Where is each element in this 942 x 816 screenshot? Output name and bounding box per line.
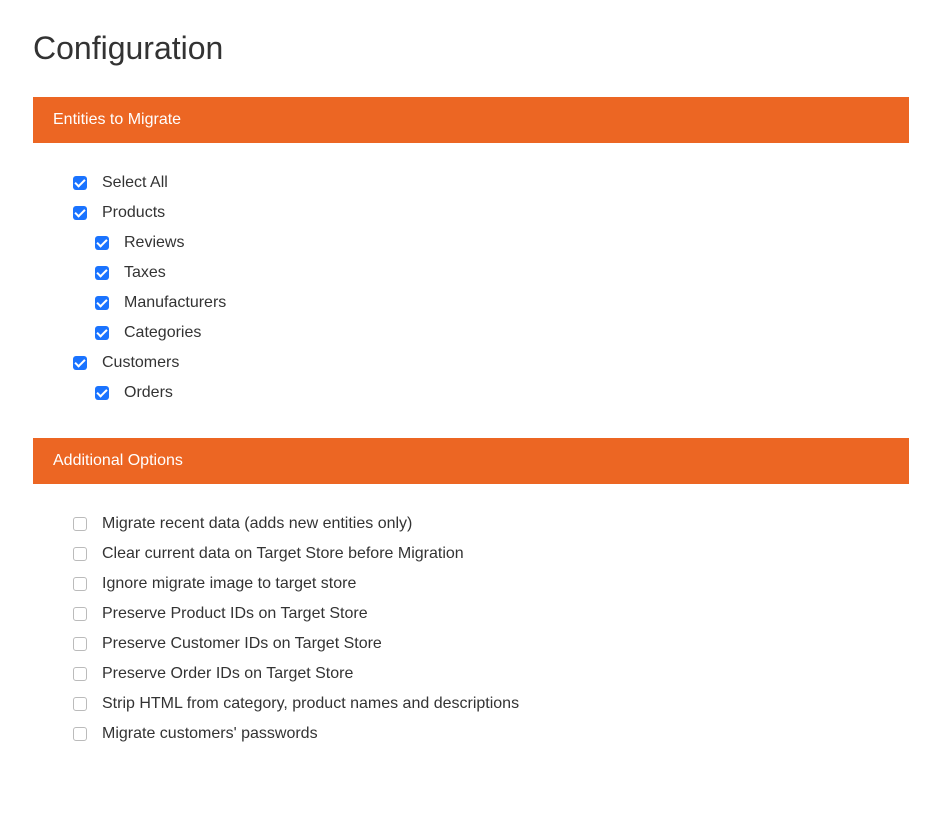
- additional-section-body: Migrate recent data (adds new entities o…: [33, 509, 909, 749]
- additional-label-migrate-recent-data-adds-new-entities-only[interactable]: Migrate recent data (adds new entities o…: [102, 515, 412, 533]
- entities-item-categories: Categories: [73, 318, 909, 348]
- additional-label-preserve-product-ids-on-target-store[interactable]: Preserve Product IDs on Target Store: [102, 605, 368, 623]
- entities-item-manufacturers: Manufacturers: [73, 288, 909, 318]
- additional-item-clear-current-data-on-target-store-before-migration: Clear current data on Target Store befor…: [73, 539, 909, 569]
- additional-item-preserve-customer-ids-on-target-store: Preserve Customer IDs on Target Store: [73, 629, 909, 659]
- additional-checkbox-preserve-customer-ids-on-target-store[interactable]: [73, 637, 87, 651]
- entities-item-customers: Customers: [73, 348, 909, 378]
- additional-checkbox-ignore-migrate-image-to-target-store[interactable]: [73, 577, 87, 591]
- additional-item-preserve-order-ids-on-target-store: Preserve Order IDs on Target Store: [73, 659, 909, 689]
- additional-label-clear-current-data-on-target-store-before-migration[interactable]: Clear current data on Target Store befor…: [102, 545, 464, 563]
- entities-section-header: Entities to Migrate: [33, 97, 909, 143]
- additional-checkbox-strip-html-from-category-product-names-and-descriptions[interactable]: [73, 697, 87, 711]
- additional-item-preserve-product-ids-on-target-store: Preserve Product IDs on Target Store: [73, 599, 909, 629]
- additional-checkbox-preserve-order-ids-on-target-store[interactable]: [73, 667, 87, 681]
- entities-label-select-all[interactable]: Select All: [102, 174, 168, 192]
- entities-item-products: Products: [73, 198, 909, 228]
- additional-label-preserve-order-ids-on-target-store[interactable]: Preserve Order IDs on Target Store: [102, 665, 353, 683]
- additional-checkbox-preserve-product-ids-on-target-store[interactable]: [73, 607, 87, 621]
- entities-label-reviews[interactable]: Reviews: [124, 234, 184, 252]
- additional-item-migrate-recent-data-adds-new-entities-only: Migrate recent data (adds new entities o…: [73, 509, 909, 539]
- additional-section-header: Additional Options: [33, 438, 909, 484]
- entities-checkbox-customers[interactable]: [73, 356, 87, 370]
- entities-label-taxes[interactable]: Taxes: [124, 264, 166, 282]
- entities-item-orders: Orders: [73, 378, 909, 408]
- entities-item-taxes: Taxes: [73, 258, 909, 288]
- additional-label-ignore-migrate-image-to-target-store[interactable]: Ignore migrate image to target store: [102, 575, 356, 593]
- entities-label-categories[interactable]: Categories: [124, 324, 201, 342]
- additional-checkbox-clear-current-data-on-target-store-before-migration[interactable]: [73, 547, 87, 561]
- entities-label-products[interactable]: Products: [102, 204, 165, 222]
- additional-item-ignore-migrate-image-to-target-store: Ignore migrate image to target store: [73, 569, 909, 599]
- entities-checkbox-reviews[interactable]: [95, 236, 109, 250]
- entities-section-body: Select All Products Reviews Taxes Manufactur…: [33, 168, 909, 408]
- additional-label-strip-html-from-category-product-names-and-descriptions[interactable]: Strip HTML from category, product names …: [102, 695, 519, 713]
- entities-checkbox-products[interactable]: [73, 206, 87, 220]
- entities-item-select-all: Select All: [73, 168, 909, 198]
- additional-item-migrate-customers-passwords: Migrate customers' passwords: [73, 719, 909, 749]
- entities-label-orders[interactable]: Orders: [124, 384, 173, 402]
- entities-checkbox-taxes[interactable]: [95, 266, 109, 280]
- additional-label-migrate-customers-passwords[interactable]: Migrate customers' passwords: [102, 725, 318, 743]
- entities-checkbox-manufacturers[interactable]: [95, 296, 109, 310]
- additional-label-preserve-customer-ids-on-target-store[interactable]: Preserve Customer IDs on Target Store: [102, 635, 382, 653]
- entities-checkbox-select-all[interactable]: [73, 176, 87, 190]
- entities-checkbox-categories[interactable]: [95, 326, 109, 340]
- additional-checkbox-migrate-customers-passwords[interactable]: [73, 727, 87, 741]
- entities-item-reviews: Reviews: [73, 228, 909, 258]
- entities-label-manufacturers[interactable]: Manufacturers: [124, 294, 226, 312]
- entities-label-customers[interactable]: Customers: [102, 354, 179, 372]
- page-title: Configuration: [33, 30, 909, 67]
- entities-checkbox-orders[interactable]: [95, 386, 109, 400]
- additional-item-strip-html-from-category-product-names-and-descriptions: Strip HTML from category, product names …: [73, 689, 909, 719]
- additional-checkbox-migrate-recent-data-adds-new-entities-only[interactable]: [73, 517, 87, 531]
